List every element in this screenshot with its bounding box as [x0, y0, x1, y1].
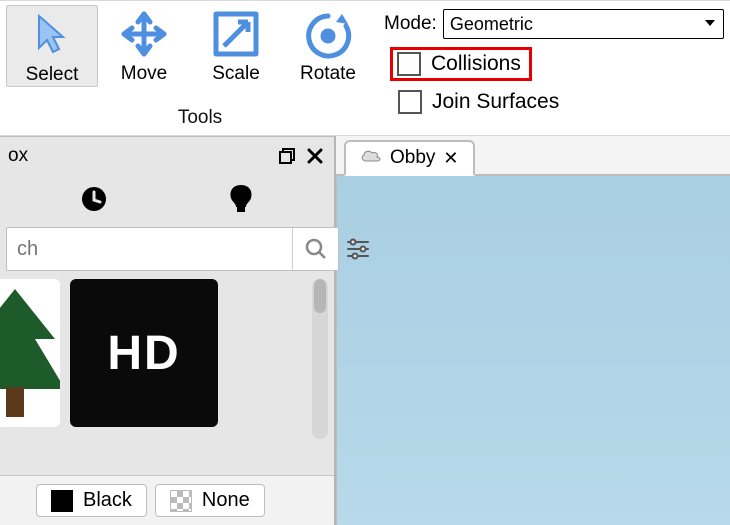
scale-tool[interactable]: Scale — [190, 5, 282, 85]
search-icon[interactable] — [292, 228, 338, 270]
asset-grid: HD — [0, 279, 328, 475]
restore-icon[interactable] — [276, 145, 298, 167]
tab-strip: Obby ✕ — [336, 136, 730, 176]
viewport-3d[interactable] — [336, 176, 730, 525]
sliders-icon[interactable] — [345, 227, 371, 271]
tab-close-icon[interactable]: ✕ — [443, 148, 458, 169]
chip-black-label: Black — [83, 489, 132, 512]
scale-label: Scale — [212, 63, 260, 85]
swatch-none — [170, 490, 192, 512]
category-icons — [0, 175, 334, 227]
select-tool[interactable]: Select — [6, 5, 98, 87]
lightbulb-icon[interactable] — [227, 183, 255, 220]
toolbox-panel: ox — [0, 136, 336, 525]
tools-group-label: Tools — [0, 107, 400, 129]
scrollbar[interactable] — [312, 279, 328, 439]
color-chip-none[interactable]: None — [155, 484, 265, 517]
mode-value: Geometric — [450, 14, 533, 35]
join-surfaces-option[interactable]: Join Surfaces — [398, 90, 559, 114]
scale-icon — [210, 7, 262, 61]
mode-dropdown[interactable]: Geometric — [443, 9, 724, 39]
panel-title: ox — [8, 145, 28, 167]
search-box — [6, 227, 339, 271]
join-surfaces-checkbox[interactable] — [398, 90, 422, 114]
swatch-black — [51, 490, 73, 512]
lower-split: ox — [0, 136, 730, 525]
select-label: Select — [26, 64, 79, 86]
search-input[interactable] — [7, 228, 292, 270]
mode-area: Mode: Geometric Collisions Join Surfaces — [374, 5, 724, 120]
tab-obby-label: Obby — [390, 147, 435, 169]
close-icon[interactable] — [304, 145, 326, 167]
tool-group: Select Move Sc — [6, 5, 374, 87]
workspace: Obby ✕ — [336, 136, 730, 525]
rotate-icon — [302, 7, 354, 61]
cursor-icon — [29, 8, 75, 62]
move-tool[interactable]: Move — [98, 5, 190, 85]
rotate-tool[interactable]: Rotate — [282, 5, 374, 85]
chevron-down-icon — [703, 14, 717, 35]
collisions-highlight: Collisions — [390, 47, 532, 81]
mode-label: Mode: — [384, 13, 437, 35]
join-surfaces-label: Join Surfaces — [432, 90, 559, 114]
search-row — [0, 227, 334, 271]
clock-icon[interactable] — [79, 184, 109, 219]
ribbon-toolbar: Select Move Sc — [0, 0, 730, 136]
asset-tree[interactable] — [0, 279, 60, 427]
move-icon — [118, 7, 170, 61]
color-chip-black[interactable]: Black — [36, 484, 147, 517]
rotate-label: Rotate — [300, 63, 356, 85]
panel-header: ox — [0, 137, 334, 175]
asset-hd[interactable]: HD — [70, 279, 218, 427]
color-chip-row: Black None — [0, 475, 334, 525]
collisions-checkbox[interactable] — [397, 52, 421, 76]
chip-none-label: None — [202, 489, 250, 512]
tab-obby[interactable]: Obby ✕ — [344, 140, 475, 176]
hd-label: HD — [107, 326, 180, 381]
move-label: Move — [121, 63, 167, 85]
collisions-label: Collisions — [431, 52, 521, 76]
cloud-icon — [360, 147, 382, 169]
